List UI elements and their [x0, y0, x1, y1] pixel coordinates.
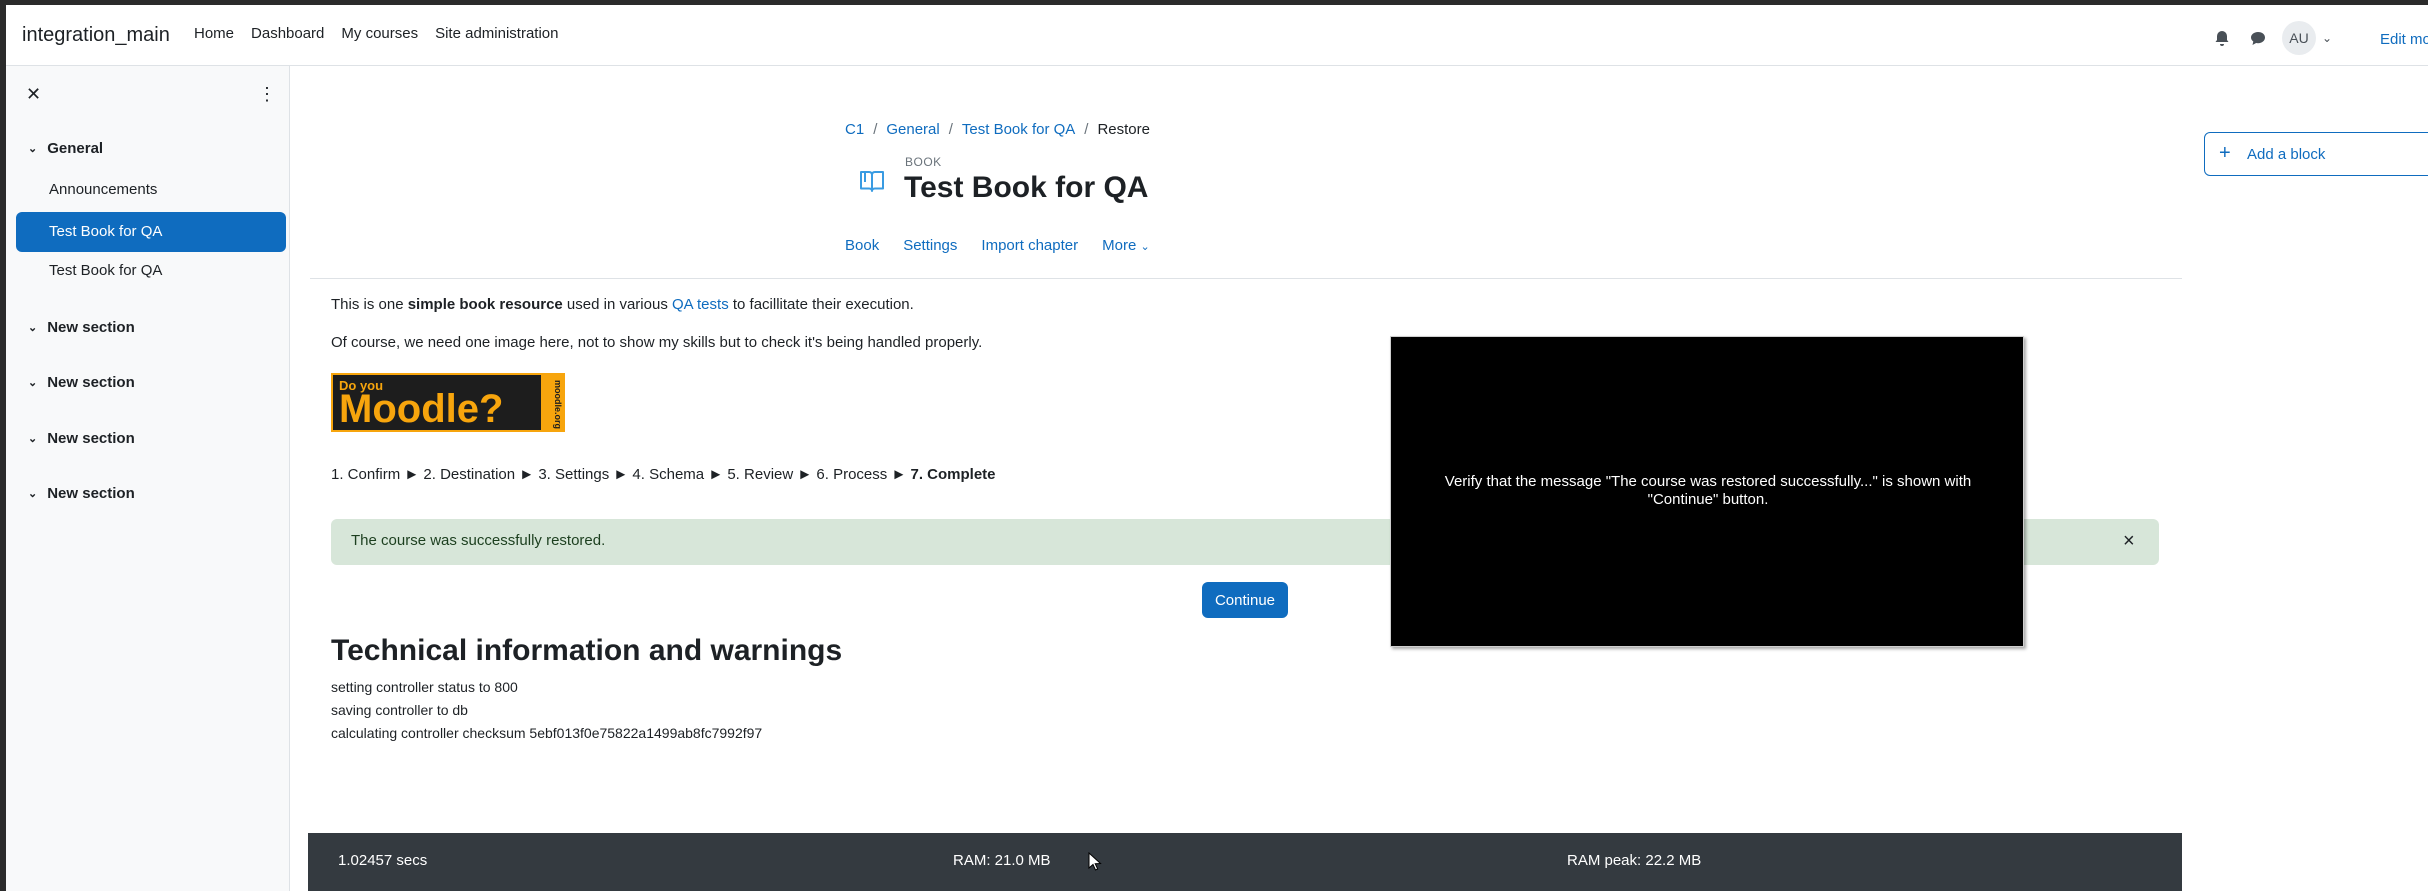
- section-label: New section: [47, 319, 135, 336]
- book-icon: [860, 171, 884, 192]
- section-label: New section: [47, 374, 135, 391]
- secondary-navigation: Book Settings Import chapter More ⌄: [845, 237, 1174, 254]
- breadcrumb-current: Restore: [1097, 121, 1150, 138]
- page-title: Test Book for QA: [904, 171, 1149, 204]
- chevron-down-icon[interactable]: ⌄: [28, 376, 37, 389]
- activity-announcements[interactable]: Announcements: [49, 181, 157, 198]
- divider: [310, 278, 2182, 279]
- primary-navigation: Home Dashboard My courses Site administr…: [194, 25, 576, 42]
- breadcrumb-general[interactable]: General: [886, 121, 939, 138]
- nav-home[interactable]: Home: [194, 25, 234, 42]
- qa-tests-link[interactable]: QA tests: [672, 296, 729, 313]
- chat-bubble-icon[interactable]: [2248, 28, 2268, 48]
- tech-info-line: saving controller to db: [331, 702, 468, 718]
- chevron-down-icon: ⌄: [1140, 241, 1150, 253]
- breadcrumb-c1[interactable]: C1: [845, 121, 864, 138]
- nav-dashboard[interactable]: Dashboard: [251, 25, 324, 42]
- do-you-moodle-image: Do you Moodle? moodle.org: [331, 373, 565, 432]
- user-controls: AU ⌄: [2212, 21, 2332, 55]
- technical-info-heading: Technical information and warnings: [331, 634, 843, 667]
- breadcrumb-test-book[interactable]: Test Book for QA: [962, 121, 1075, 138]
- section-new-4[interactable]: ⌄ New section: [28, 485, 135, 502]
- section-label: New section: [47, 485, 135, 502]
- footer-ram-peak: RAM peak: 22.2 MB: [1567, 852, 1702, 869]
- close-icon[interactable]: ✕: [26, 84, 41, 105]
- breadcrumb: C1 / General / Test Book for QA / Restor…: [845, 121, 1150, 138]
- footer-time: 1.02457 secs: [338, 852, 428, 869]
- current-step: 7. Complete: [910, 466, 996, 483]
- overlay-message: Verify that the message "The course was …: [1444, 473, 1972, 508]
- tab-more[interactable]: More ⌄: [1102, 237, 1150, 254]
- activity-test-book[interactable]: Test Book for QA: [49, 262, 162, 279]
- plus-icon: +: [2219, 142, 2231, 164]
- section-label: General: [47, 140, 104, 157]
- tech-info-line: calculating controller checksum 5ebf013f…: [331, 725, 763, 741]
- tab-import-chapter[interactable]: Import chapter: [981, 237, 1078, 254]
- nav-my-courses[interactable]: My courses: [341, 25, 418, 42]
- section-general[interactable]: ⌄ General: [28, 140, 103, 157]
- mouse-cursor-icon: [1088, 852, 1102, 871]
- restore-progress-steps: 1. Confirm ► 2. Destination ► 3. Setting…: [331, 466, 996, 483]
- chevron-down-icon[interactable]: ⌄: [28, 321, 37, 334]
- chevron-down-icon[interactable]: ⌄: [28, 142, 37, 155]
- avatar[interactable]: AU: [2282, 21, 2316, 55]
- top-navbar: integration_main Home Dashboard My cours…: [6, 5, 2428, 66]
- performance-footer: 1.02457 secs RAM: 21.0 MB RAM peak: 22.2…: [308, 833, 2182, 891]
- module-type-label: BOOK: [905, 155, 942, 169]
- intro-paragraph: This is one simple book resource used in…: [331, 296, 914, 313]
- add-block-button[interactable]: + Add a block: [2204, 132, 2428, 176]
- footer-ram: RAM: 21.0 MB: [953, 852, 1051, 869]
- section-new-1[interactable]: ⌄ New section: [28, 319, 135, 336]
- activity-label: Test Book for QA: [49, 223, 163, 240]
- tab-settings[interactable]: Settings: [903, 237, 957, 254]
- continue-button[interactable]: Continue: [1202, 582, 1288, 618]
- chevron-down-icon[interactable]: ⌄: [28, 432, 37, 445]
- test-instruction-overlay: Verify that the message "The course was …: [1390, 336, 2024, 647]
- kebab-menu-icon[interactable]: ⋮: [258, 84, 276, 105]
- bell-icon[interactable]: [2212, 28, 2232, 48]
- chevron-down-icon[interactable]: ⌄: [28, 487, 37, 500]
- image-paragraph: Of course, we need one image here, not t…: [331, 334, 983, 351]
- activity-test-book-selected[interactable]: Test Book for QA: [16, 212, 286, 252]
- alert-message: The course was successfully restored.: [351, 532, 606, 549]
- tech-info-line: setting controller status to 800: [331, 679, 518, 695]
- site-brand[interactable]: integration_main: [22, 24, 170, 47]
- close-icon[interactable]: ×: [2123, 530, 2135, 553]
- course-index-drawer: ✕ ⋮ ⌄ General Announcements Test Book fo…: [6, 66, 290, 891]
- nav-site-administration[interactable]: Site administration: [435, 25, 558, 42]
- section-new-2[interactable]: ⌄ New section: [28, 374, 135, 391]
- section-label: New section: [47, 430, 135, 447]
- tab-book[interactable]: Book: [845, 237, 879, 254]
- section-new-3[interactable]: ⌄ New section: [28, 430, 135, 447]
- edit-mode-toggle[interactable]: Edit mod: [2380, 31, 2428, 48]
- chevron-down-icon[interactable]: ⌄: [2322, 31, 2332, 45]
